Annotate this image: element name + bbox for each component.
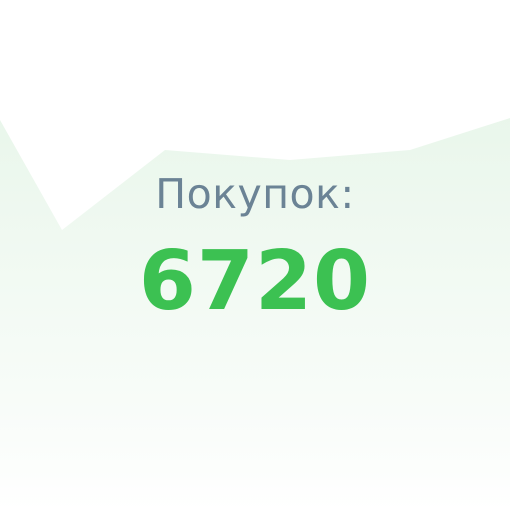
purchases-label: Покупок: — [155, 170, 355, 218]
purchases-stat-widget: Покупок: 6720 — [0, 0, 510, 510]
purchases-count: 6720 — [138, 234, 372, 329]
